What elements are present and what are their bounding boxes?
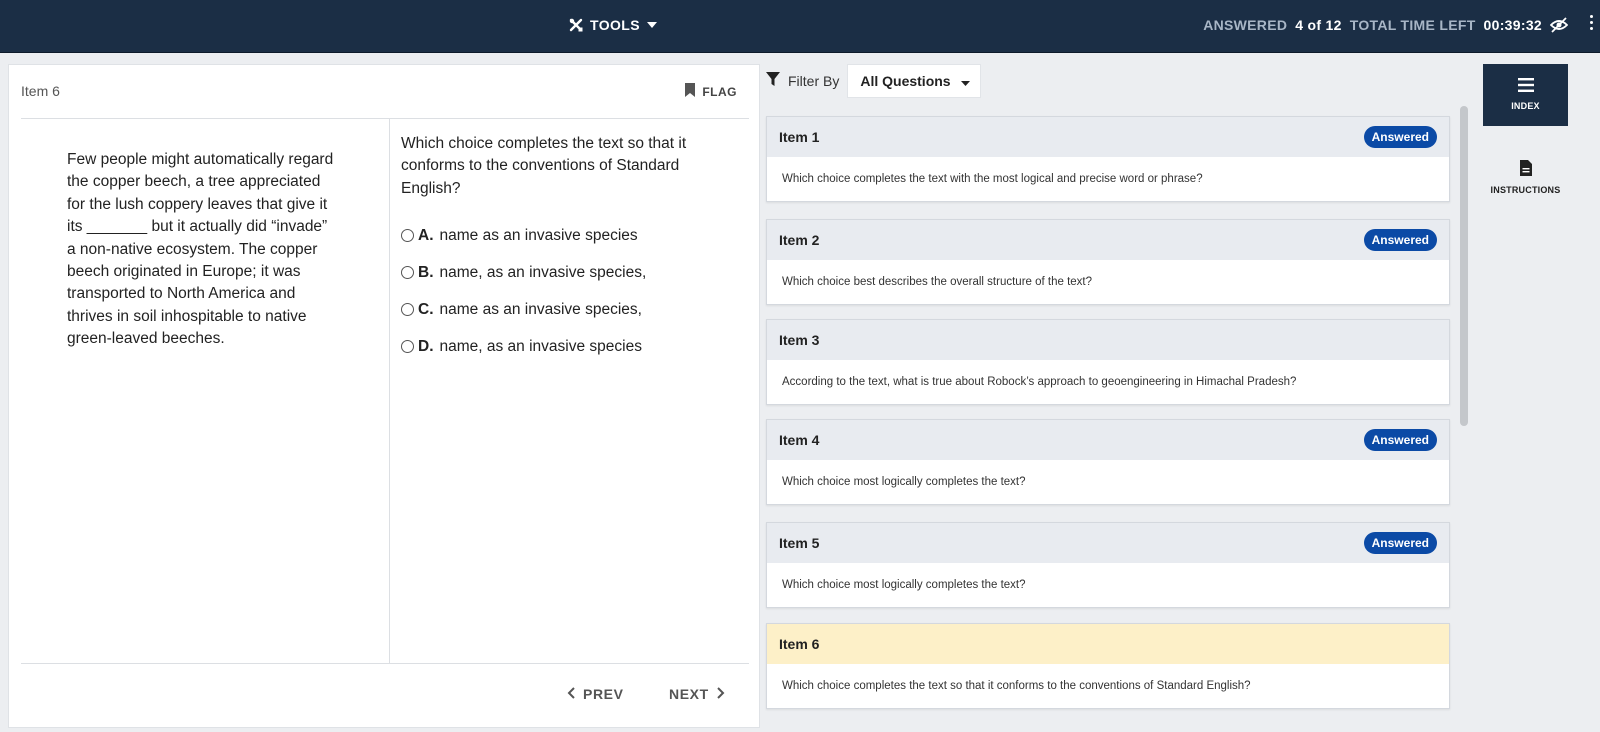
prev-label: PREV [583,686,624,702]
chevron-down-icon [646,22,657,28]
radio-button[interactable] [401,303,414,316]
item-list-scrollbar[interactable] [1460,106,1468,426]
more-options-icon[interactable] [1588,15,1594,35]
item-index-list: Item 1 Answered Which choice completes t… [758,106,1458,732]
option-b[interactable]: B. name, as an invasive species, [401,254,646,291]
item-card-title: Item 5 [779,535,820,551]
item-card-question: Which choice completes the text so that … [782,680,1251,692]
top-bar: TOOLS ANSWERED 4 of 12 TOTAL TIME LEFT 0… [0,0,1600,53]
passage-pane: Few people might automatically regard th… [21,119,390,663]
item-card-header: Item 5 Answered [767,523,1449,563]
tools-icon [569,18,583,32]
option-letter: C. [418,300,434,318]
time-left-value: 00:39:32 [1483,17,1542,33]
next-button[interactable]: NEXT [669,686,725,702]
filter-icon [766,71,780,91]
answered-label: ANSWERED [1203,17,1288,33]
filter-select[interactable]: All Questions [847,64,982,98]
item-card-question: According to the text, what is true abou… [782,376,1297,388]
item-card-title: Item 3 [779,332,820,348]
item-card-4[interactable]: Item 4 Answered Which choice most logica… [766,419,1450,505]
option-text: name as an invasive species, [439,300,642,318]
filter-bar: Filter By All Questions [766,64,982,98]
right-rail: INDEX INSTRUCTIONS [1483,64,1568,732]
flag-button[interactable]: FLAG [685,83,737,100]
item-card-title: Item 2 [779,232,820,248]
progress-status: ANSWERED 4 of 12 TOTAL TIME LEFT 00:39:3… [1203,17,1550,33]
option-c[interactable]: C. name as an invasive species, [401,291,646,328]
flag-label: FLAG [702,84,737,99]
option-letter: B. [418,263,434,281]
answered-badge: Answered [1363,229,1437,251]
next-label: NEXT [669,686,709,702]
chevron-down-icon [960,73,970,89]
option-text: name as an invasive species [439,226,638,244]
instructions-tab[interactable]: INSTRUCTIONS [1483,146,1568,208]
item-card-header: Item 4 Answered [767,420,1449,460]
radio-button[interactable] [401,266,414,279]
radio-button[interactable] [401,340,414,353]
item-card-header: Item 1 Answered [767,117,1449,157]
hide-timer-icon[interactable] [1549,17,1569,38]
question-panel: Item 6 FLAG Few people might automatical… [8,64,760,728]
item-card-header: Item 2 Answered [767,220,1449,260]
index-tab[interactable]: INDEX [1483,64,1568,126]
passage-text: Few people might automatically regard th… [67,151,334,348]
item-card-1[interactable]: Item 1 Answered Which choice completes t… [766,116,1450,202]
option-a[interactable]: A. name as an invasive species [401,217,646,254]
item-card-header: Item 6 [767,624,1449,664]
item-card-question: Which choice most logically completes th… [782,579,1026,591]
question-pane: Which choice completes the text so that … [391,119,749,663]
chevron-left-icon [567,686,575,702]
radio-button[interactable] [401,229,414,242]
item-number-label: Item 6 [21,83,60,99]
filter-label: Filter By [788,73,840,89]
item-card-question: Which choice completes the text with the… [782,173,1203,185]
item-card-5[interactable]: Item 5 Answered Which choice most logica… [766,522,1450,608]
answer-options: A. name as an invasive species B. name, … [401,217,646,365]
item-card-title: Item 4 [779,432,820,448]
time-left-label: TOTAL TIME LEFT [1349,17,1476,33]
question-stem: Which choice completes the text so that … [401,135,687,197]
filter-selected-value: All Questions [860,73,951,89]
answered-badge: Answered [1363,429,1437,451]
option-text: name, as an invasive species [439,337,642,355]
menu-icon [1483,78,1568,92]
item-card-6-current[interactable]: Item 6 Which choice completes the text s… [766,623,1450,709]
answered-count: 4 of 12 [1295,17,1342,33]
item-card-title: Item 6 [779,636,820,652]
option-d[interactable]: D. name, as an invasive species [401,328,646,365]
item-card-question: Which choice most logically completes th… [782,476,1026,488]
option-letter: A. [418,226,434,244]
prev-button[interactable]: PREV [567,686,624,702]
question-footer: PREV NEXT [21,663,749,727]
document-icon [1483,160,1568,176]
item-card-2[interactable]: Item 2 Answered Which choice best descri… [766,219,1450,305]
chevron-right-icon [717,686,725,702]
tools-menu-button[interactable]: TOOLS [569,17,657,33]
tools-label: TOOLS [590,17,640,33]
question-header: Item 6 FLAG [21,65,749,119]
answered-badge: Answered [1363,126,1437,148]
option-letter: D. [418,337,434,355]
item-card-title: Item 1 [779,129,820,145]
item-card-question: Which choice best describes the overall … [782,276,1093,288]
instructions-tab-label: INSTRUCTIONS [1490,185,1561,195]
answered-badge: Answered [1363,532,1437,554]
item-card-3[interactable]: Item 3 According to the text, what is tr… [766,319,1450,405]
bookmark-icon [685,83,696,100]
item-card-header: Item 3 [767,320,1449,360]
option-text: name, as an invasive species, [439,263,647,281]
index-tab-label: INDEX [1511,101,1540,111]
